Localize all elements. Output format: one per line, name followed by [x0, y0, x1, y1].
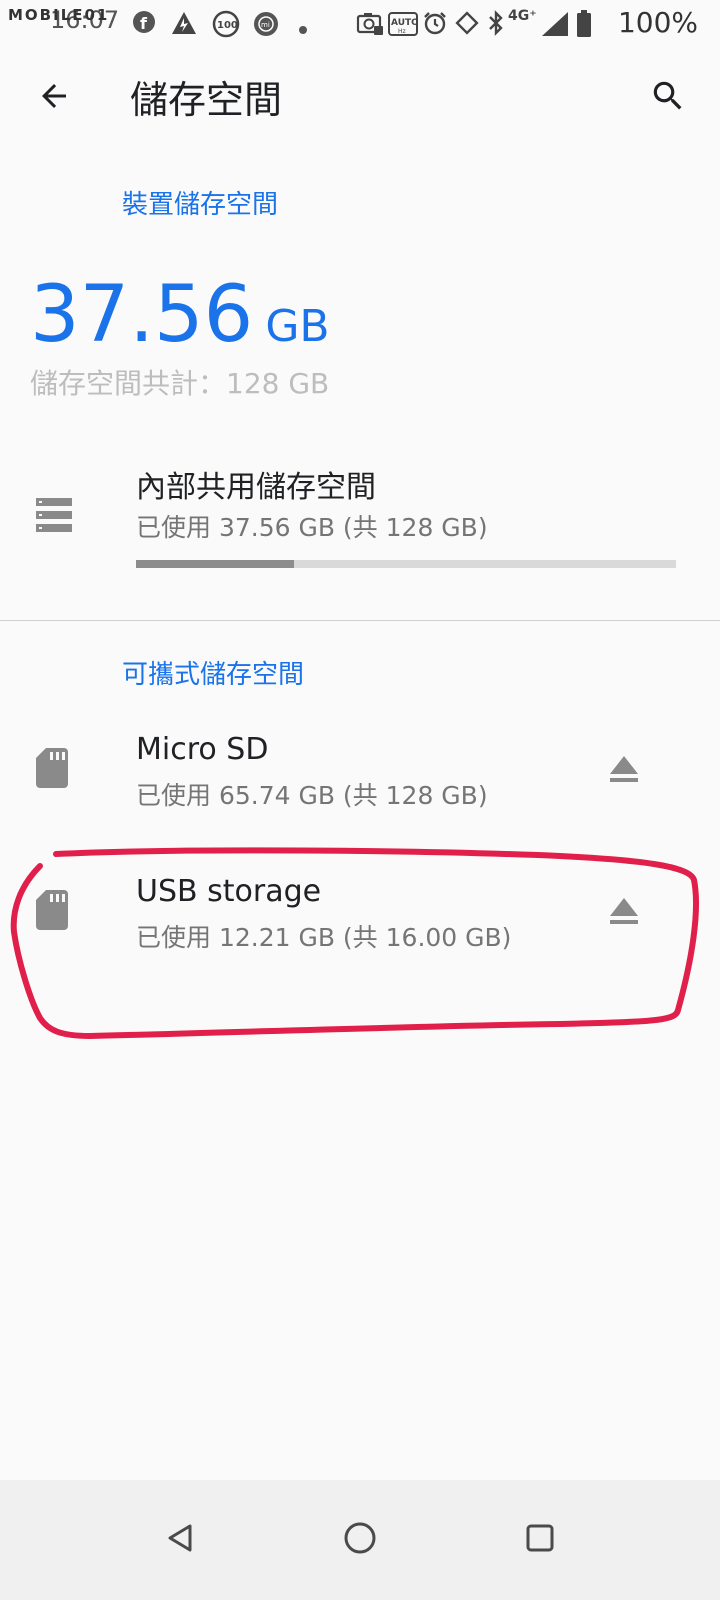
micro-sd-title: Micro SD: [136, 732, 269, 767]
internal-storage-row[interactable]: 內部共用儲存空間 已使用 37.56 GB (共 128 GB): [0, 452, 720, 592]
warning-icon: [170, 10, 198, 36]
search-button[interactable]: [644, 74, 692, 122]
dot-icon: [298, 16, 308, 42]
svg-text:AUTO: AUTO: [391, 18, 418, 28]
sd-card-icon: [36, 748, 68, 792]
used-storage-summary: 37.56 GB: [30, 270, 330, 360]
svg-text:100: 100: [217, 20, 238, 31]
svg-text:f: f: [140, 14, 148, 33]
watermark-text: MOBILE01: [8, 6, 110, 24]
red-annotation-circle: [10, 847, 699, 1040]
nav-recents-button[interactable]: [500, 1500, 580, 1580]
internal-storage-progress-fill: [136, 560, 295, 568]
internal-storage-progress: [136, 560, 676, 568]
signal-icon: [540, 10, 570, 36]
portable-storage-header: 可攜式儲存空間: [122, 660, 305, 690]
mi-icon: mi: [252, 10, 280, 36]
network-type: 4G⁺: [508, 8, 537, 24]
back-triangle-icon: [164, 1522, 196, 1558]
page-title: 儲存空間: [130, 78, 283, 122]
total-storage-label: 儲存空間共計：128 GB: [30, 367, 330, 400]
section-divider: [0, 620, 720, 621]
status-bar: 16:07 MOBILE01 f 100 mi AUTO Hz 4G⁺ 100%: [0, 0, 720, 48]
micro-sd-row[interactable]: Micro SD 已使用 65.74 GB (共 128 GB): [0, 716, 720, 826]
arrow-back-icon: [36, 78, 72, 118]
used-storage-unit: GB: [265, 301, 330, 352]
internal-storage-title: 內部共用儲存空間: [136, 470, 376, 505]
svg-text:mi: mi: [261, 21, 270, 29]
micro-sd-usage: 已使用 65.74 GB (共 128 GB): [136, 781, 488, 810]
home-circle-icon: [343, 1521, 377, 1559]
alarm-icon: [422, 10, 448, 36]
camera-icon: [356, 10, 384, 36]
eject-icon[interactable]: [608, 754, 640, 786]
svg-text:Hz: Hz: [398, 28, 406, 35]
auto-icon: AUTO Hz: [388, 12, 419, 38]
recents-square-icon: [525, 1523, 555, 1557]
battery-percentage: 100%: [617, 6, 698, 39]
back-button[interactable]: [30, 74, 78, 122]
device-storage-header: 裝置儲存空間: [122, 190, 279, 220]
storage-list-icon: [36, 498, 72, 536]
nav-home-button[interactable]: [320, 1500, 400, 1580]
search-icon: [649, 77, 687, 119]
used-storage-value: 37.56: [30, 270, 254, 360]
battery-icon: [576, 10, 592, 37]
bluetooth-icon: [486, 10, 506, 36]
nav-back-button[interactable]: [140, 1500, 220, 1580]
rotate-icon: [454, 10, 480, 36]
battery-100-icon: 100: [212, 10, 240, 38]
internal-storage-usage: 已使用 37.56 GB (共 128 GB): [136, 513, 488, 542]
facebook-icon: f: [132, 10, 156, 36]
